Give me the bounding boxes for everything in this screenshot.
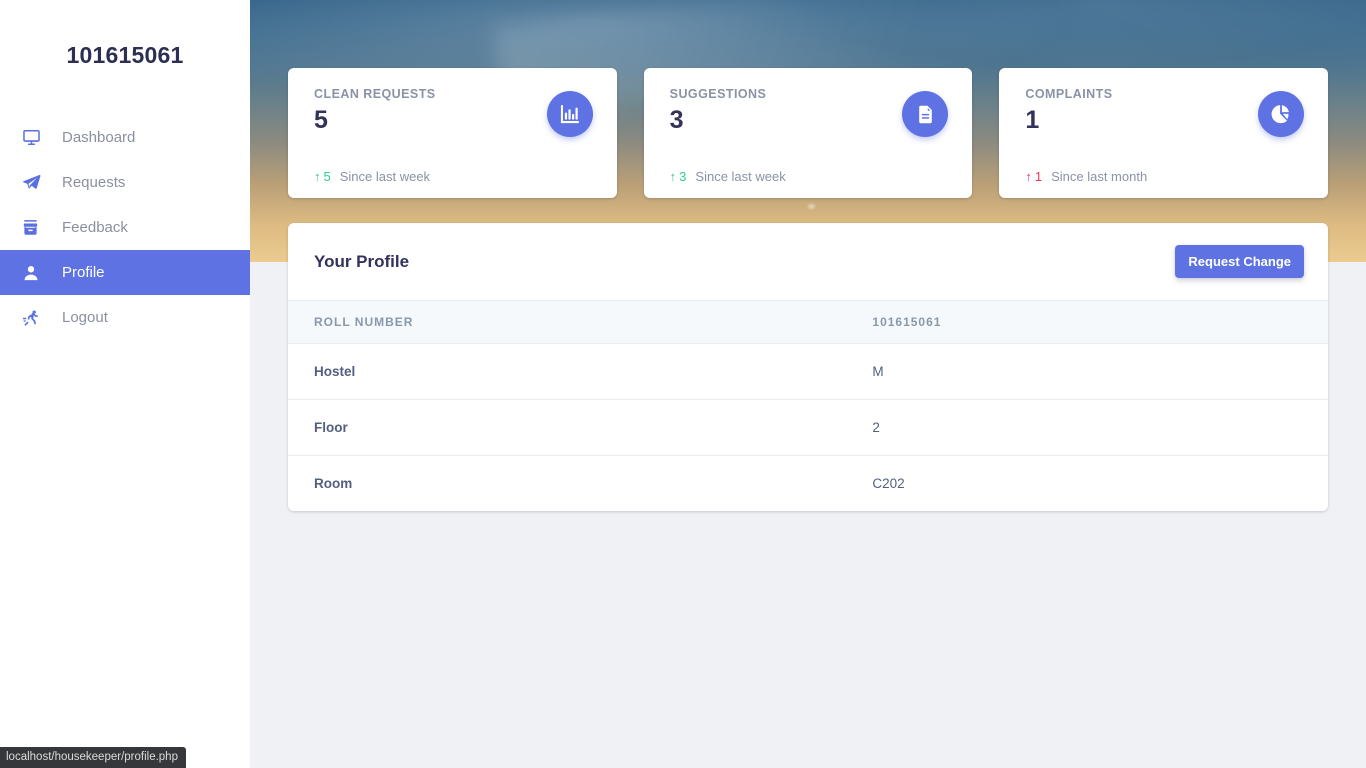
arrow-up-icon: ↑ xyxy=(669,169,677,184)
user-icon xyxy=(22,263,46,283)
request-change-button[interactable]: Request Change xyxy=(1175,245,1304,278)
stat-card-footer: ↑ 1 Since last month xyxy=(1025,169,1147,184)
profile-panel: Your Profile Request Change ROLL NUMBER … xyxy=(288,223,1328,511)
table-cell-key: Floor xyxy=(288,399,845,456)
main-content: CLEAN REQUESTS 5 ↑ 5 Since last week SUG… xyxy=(250,0,1366,768)
hero-speck xyxy=(808,204,815,210)
table-header-roll-number-value: 101615061 xyxy=(844,300,1328,344)
table-cell-value: 2 xyxy=(844,399,1328,456)
sidebar-item-label: Feedback xyxy=(62,219,128,236)
sidebar-item-logout[interactable]: Logout xyxy=(0,295,250,340)
table-cell-key: Hostel xyxy=(288,343,845,400)
pie-chart-icon xyxy=(1258,91,1305,137)
stat-card-complaints[interactable]: COMPLAINTS 1 ↑ 1 Since last month xyxy=(999,68,1329,198)
stat-card-footer: ↑ 3 Since last week xyxy=(670,169,786,184)
stat-card-clean-requests[interactable]: CLEAN REQUESTS 5 ↑ 5 Since last week xyxy=(288,68,617,198)
app-root: 101615061 Dashboard Requests Feedback Pr… xyxy=(0,0,1366,768)
stat-card-delta: ↑ 5 xyxy=(314,169,331,184)
profile-table: ROLL NUMBER 101615061 Hostel M Floor 2 R… xyxy=(288,300,1328,511)
monitor-icon xyxy=(22,128,46,148)
sidebar-item-feedback[interactable]: Feedback xyxy=(0,205,250,250)
archive-box-icon xyxy=(22,218,46,238)
stat-card-suggestions[interactable]: SUGGESTIONS 3 ↑ 3 Since last week xyxy=(643,68,973,198)
bar-chart-icon xyxy=(546,91,593,137)
sidebar-nav: Dashboard Requests Feedback Profile Logo… xyxy=(0,115,250,340)
profile-table-body: Hostel M Floor 2 Room C202 xyxy=(288,343,1328,512)
paper-plane-icon xyxy=(22,173,46,193)
table-header-roll-number: ROLL NUMBER xyxy=(288,300,845,344)
sidebar-item-requests[interactable]: Requests xyxy=(0,160,250,205)
table-header-row: ROLL NUMBER 101615061 xyxy=(288,300,1328,344)
stat-card-delta-value: 1 xyxy=(1034,169,1043,184)
profile-panel-header: Your Profile Request Change xyxy=(288,223,1328,300)
stat-card-delta: ↑ 1 xyxy=(1025,169,1042,184)
stat-card-period: Since last week xyxy=(695,169,786,184)
table-cell-key: Room xyxy=(314,476,353,491)
profile-table-head: ROLL NUMBER 101615061 xyxy=(288,300,1328,344)
arrow-up-icon: ↑ xyxy=(1025,169,1032,184)
running-person-icon xyxy=(22,308,46,328)
sidebar-item-label: Profile xyxy=(62,264,105,281)
table-row: Hostel M xyxy=(288,343,1328,400)
sidebar-brand: 101615061 xyxy=(66,41,184,68)
sidebar-item-profile[interactable]: Profile xyxy=(0,250,250,295)
stat-card-footer: ↑ 5 Since last week xyxy=(314,169,430,184)
table-cell-value: M xyxy=(844,343,1328,400)
stat-card-period: Since last month xyxy=(1051,169,1148,184)
stat-card-delta-value: 5 xyxy=(323,169,331,184)
hero-ridge-highlight-secondary xyxy=(1008,0,1366,53)
page-title: Your Profile xyxy=(314,251,410,271)
browser-status-bar-url: localhost/housekeeper/profile.php xyxy=(0,747,186,768)
arrow-up-icon: ↑ xyxy=(314,169,321,184)
stat-card-period: Since last week xyxy=(339,169,431,184)
sidebar-item-label: Logout xyxy=(62,309,108,326)
sidebar: 101615061 Dashboard Requests Feedback Pr… xyxy=(0,0,250,768)
table-row: Room C202 xyxy=(288,456,1328,512)
sidebar-item-dashboard[interactable]: Dashboard xyxy=(0,115,250,160)
stat-card-delta-value: 3 xyxy=(679,169,687,184)
table-row: Floor 2 xyxy=(288,399,1328,456)
stat-card-delta: ↑ 3 xyxy=(670,169,687,184)
sidebar-item-label: Requests xyxy=(62,174,126,191)
stat-cards: CLEAN REQUESTS 5 ↑ 5 Since last week SUG… xyxy=(288,68,1329,198)
sidebar-item-label: Dashboard xyxy=(62,129,136,146)
table-cell-value: C202 xyxy=(872,476,905,491)
